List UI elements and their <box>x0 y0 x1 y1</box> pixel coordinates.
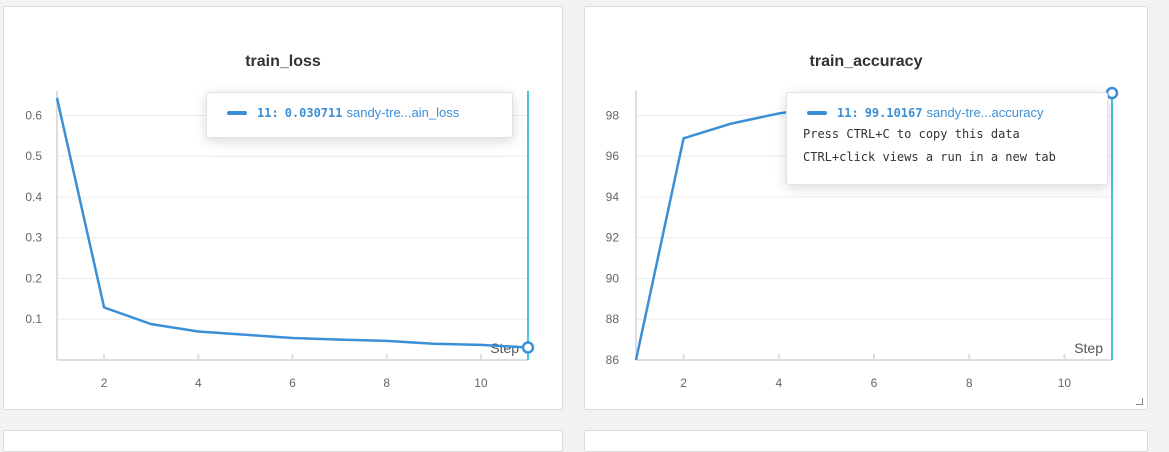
y-tick-label: 88 <box>606 312 620 326</box>
x-tick-label: 10 <box>474 376 488 390</box>
y-tick-label: 90 <box>606 271 620 285</box>
chart-plot-area[interactable]: 86 88 90 92 94 96 98 2 4 6 8 10 Step <box>585 7 1147 409</box>
x-tick-label: 8 <box>383 376 390 390</box>
x-tick-label: 2 <box>680 376 687 390</box>
y-tick-label: 96 <box>606 149 620 163</box>
y-tick-label: 86 <box>606 353 620 367</box>
chart-tooltip: 11: 0.030711 sandy-tre...ain_loss <box>206 92 513 138</box>
tooltip-value: 99.10167 <box>864 105 923 120</box>
tooltip-help-newtab: CTRL+click views a run in a new tab <box>803 150 1056 164</box>
x-tick-label: 2 <box>101 376 108 390</box>
chart-tooltip: 11: 99.10167 sandy-tre...accuracy Press … <box>786 92 1108 185</box>
y-tick-label: 0.6 <box>25 108 42 122</box>
x-tick-label: 4 <box>775 376 782 390</box>
resize-handle-icon[interactable] <box>1136 398 1143 405</box>
x-axis-label: Step <box>1074 340 1103 356</box>
y-tick-label: 94 <box>606 190 620 204</box>
x-tick-label: 6 <box>871 376 878 390</box>
hover-point <box>1105 86 1119 100</box>
chart-panel-partial <box>584 430 1148 452</box>
tooltip-value: 0.030711 <box>284 105 343 120</box>
tooltip-step: 11: <box>257 105 279 120</box>
tooltip-step: 11: <box>837 105 859 120</box>
chart-plot-area[interactable]: 0.10.20.30.40.50.62 4 6 8 10Step <box>4 7 562 409</box>
x-tick-label: 6 <box>289 376 296 390</box>
y-tick-label: 92 <box>606 231 620 245</box>
series-swatch <box>807 110 827 115</box>
tooltip-help-copy: Press CTRL+C to copy this data <box>803 127 1020 141</box>
tooltip-row: 11: 0.030711 sandy-tre...ain_loss <box>207 93 512 120</box>
chart-panel-train-accuracy: train_accuracy 86 88 90 92 94 96 98 2 4 6 8 10 Step … <box>584 6 1148 410</box>
y-tick-label: 0.2 <box>25 271 42 285</box>
series-swatch <box>227 110 247 115</box>
y-tick-label: 0.3 <box>25 231 42 245</box>
y-tick-label: 98 <box>606 108 620 122</box>
tooltip-row: 11: 99.10167 sandy-tre...accuracy <box>787 93 1107 120</box>
chart-panel-partial <box>3 430 563 452</box>
y-tick-label: 0.5 <box>25 149 42 163</box>
hover-point <box>521 341 535 354</box>
x-tick-label: 4 <box>195 376 202 390</box>
tooltip-run-name[interactable]: sandy-tre...ain_loss <box>346 105 459 120</box>
y-tick-label: 0.4 <box>25 190 42 204</box>
y-tick-label: 0.1 <box>25 312 42 326</box>
tooltip-run-name[interactable]: sandy-tre...accuracy <box>926 105 1043 120</box>
x-tick-label: 8 <box>966 376 973 390</box>
chart-panel-train-loss: train_loss 0.1 0.2 0.3 0.4 0.5 0.6 2 4 6 8 10 Step … <box>3 6 563 410</box>
x-tick-label: 10 <box>1058 376 1072 390</box>
